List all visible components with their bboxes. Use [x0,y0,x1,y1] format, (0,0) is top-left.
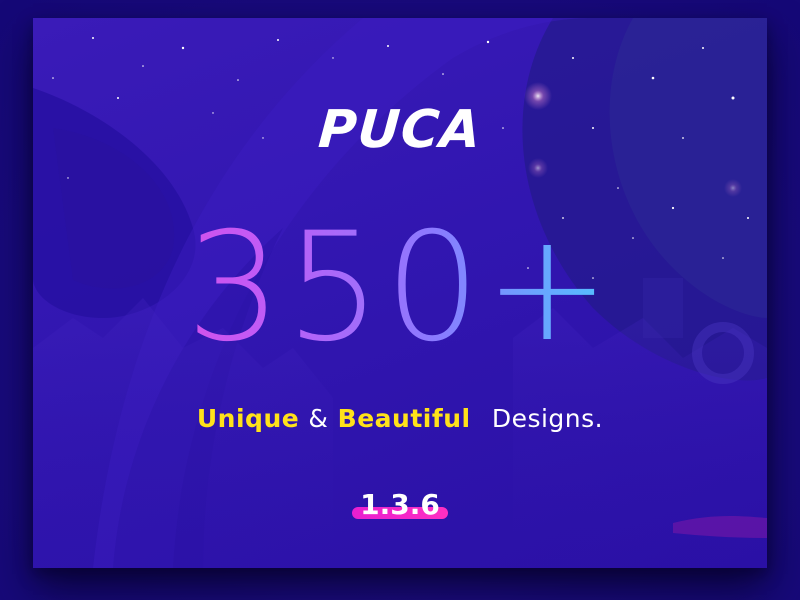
tagline-word-unique: Unique [196,404,300,433]
brand-logo: PUCA [316,100,484,160]
promo-card: PUCA 350+ Unique & Beautiful Designs. 1.… [33,18,767,568]
version-container: 1.3.6 [33,488,767,521]
design-count-heading: 350+ [33,208,767,368]
version-badge: 1.3.6 [352,488,448,521]
version-number: 1.3.6 [360,488,440,521]
tagline-word-beautiful: Beautiful [337,404,471,433]
tagline: Unique & Beautiful Designs. [33,404,767,433]
tagline-word-designs: Designs. [491,404,604,433]
tagline-ampersand: & [308,404,329,433]
